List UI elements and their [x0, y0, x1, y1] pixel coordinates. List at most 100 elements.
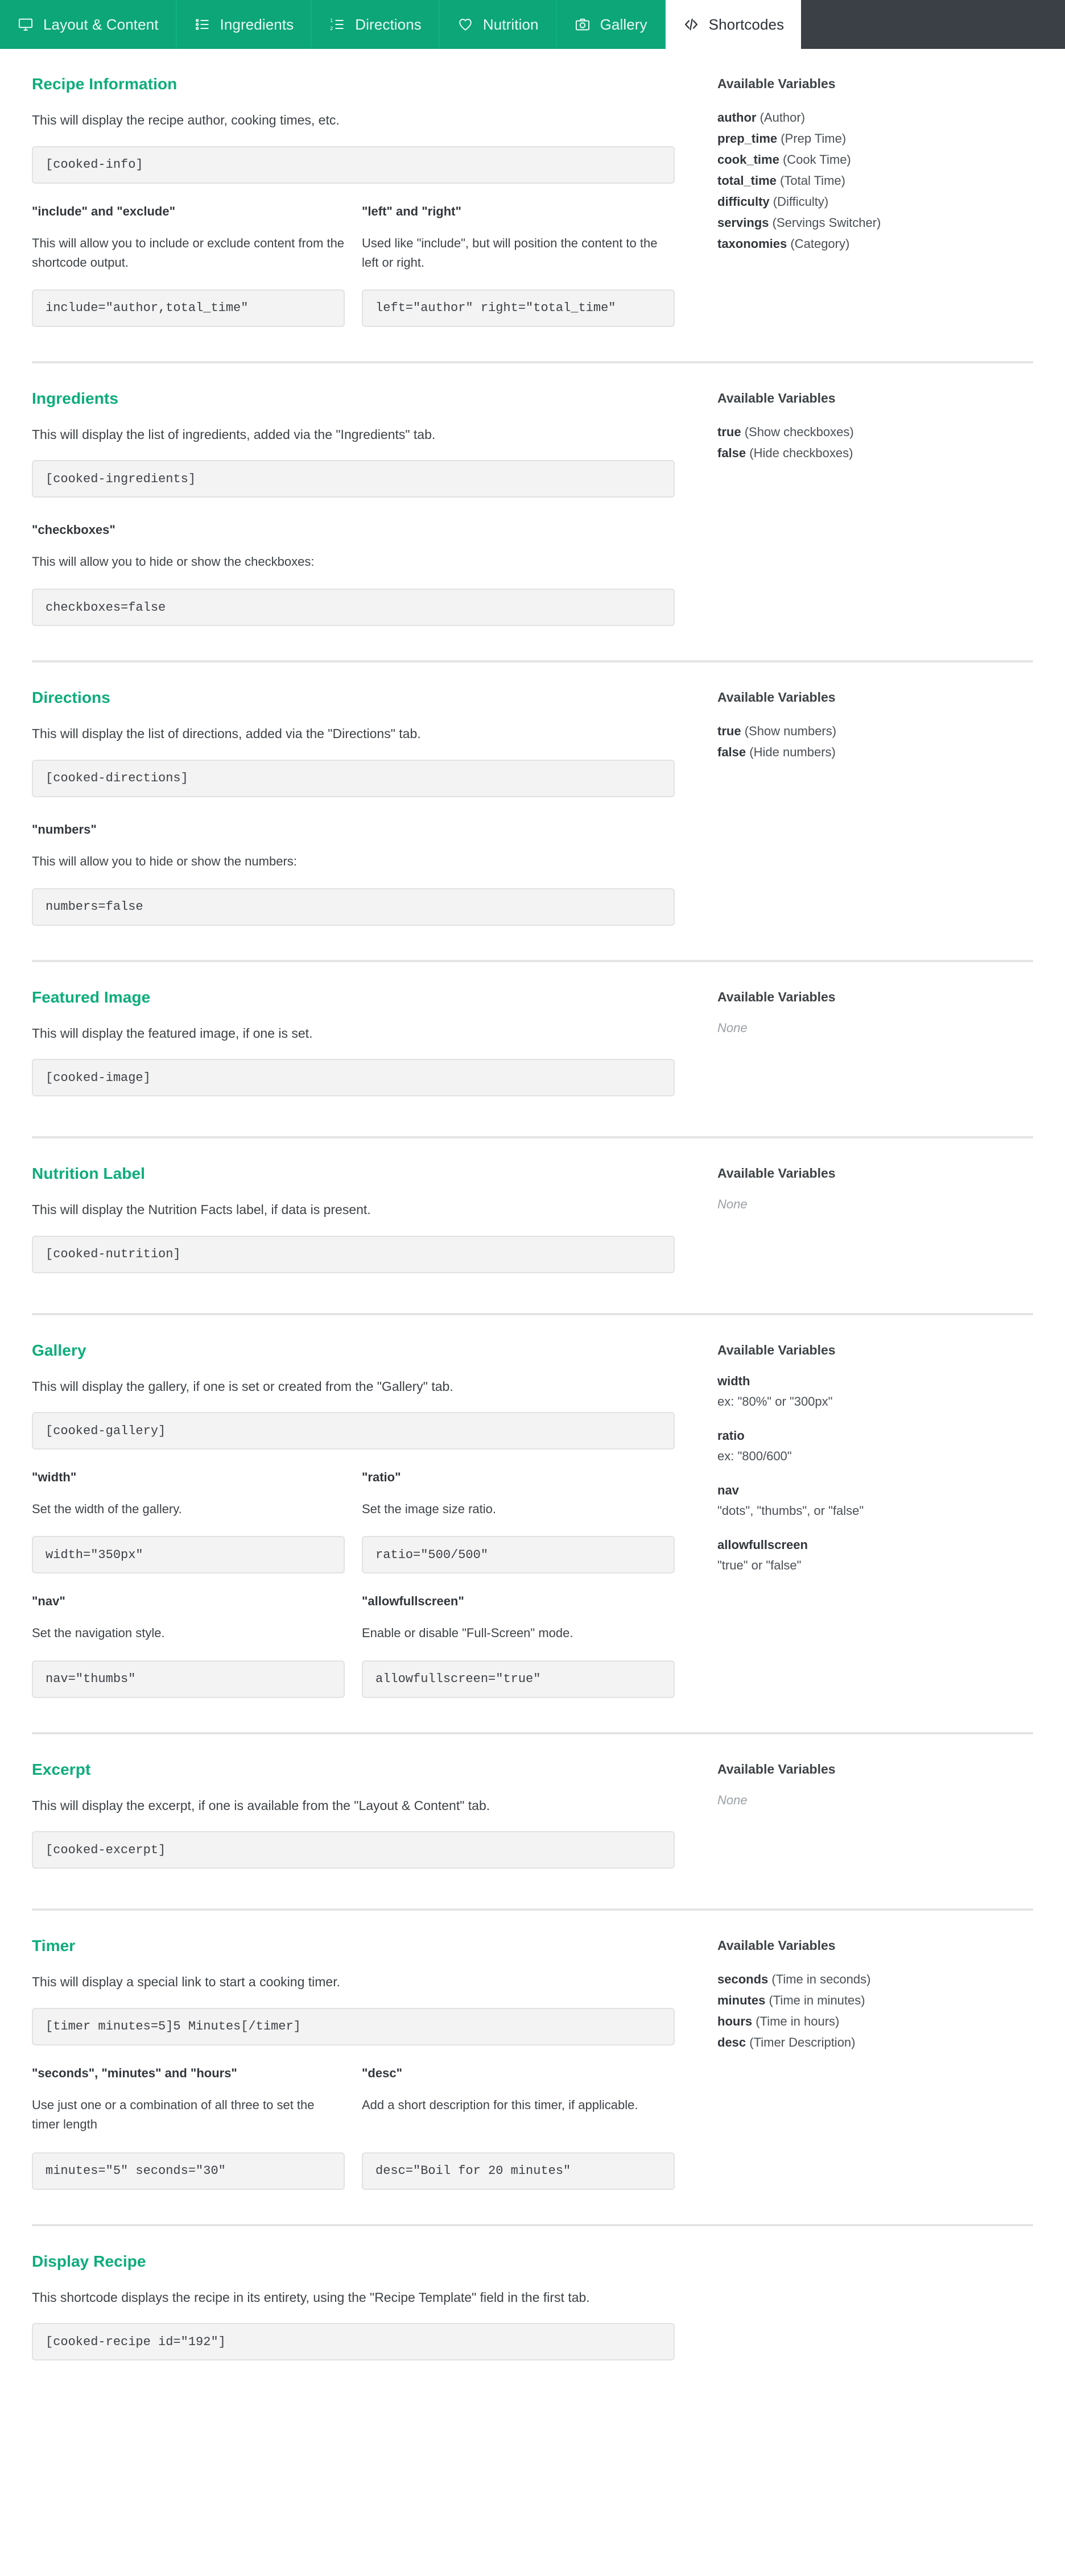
variable-name: prep_time [717, 131, 778, 146]
subfield-row: "width" Set the width of the gallery. "rat… [32, 1470, 675, 1574]
variables-column-featured-image: Available Variables None [675, 988, 1033, 1036]
variables-heading: Available Variables [717, 1761, 836, 1776]
variables-heading: Available Variables [717, 1342, 836, 1357]
variable-item: total_time (Total Time) [717, 171, 1033, 192]
section-description: This will display the recipe author, coo… [32, 113, 340, 127]
shortcode-field-wrap [32, 146, 675, 184]
section-main-display-recipe: Display Recipe This shortcode displays th… [32, 2252, 675, 2367]
subfield-input[interactable] [32, 888, 675, 926]
section-directions: Directions This will display the list of … [0, 662, 1065, 937]
subfield-description: Used like "include", but will position t… [362, 235, 658, 270]
subfield-input[interactable] [362, 1660, 675, 1698]
variable-name: servings [717, 215, 769, 230]
subfield-timer-1: "desc" Add a short description for this t… [362, 2066, 675, 2190]
section-timer: Timer This will display a special link to… [0, 1911, 1065, 2201]
section-description: This will display the Nutrition Facts la… [32, 1202, 371, 1217]
section-title: Display Recipe [32, 2252, 146, 2270]
subfield-label: "numbers" [32, 822, 97, 836]
tab-label: Directions [355, 15, 422, 33]
variable-name: width [717, 1373, 750, 1388]
section-main-directions: Directions This will display the list of … [32, 689, 675, 926]
section-main-recipe-information: Recipe Information This will display the … [32, 75, 675, 327]
tab-shortcodes[interactable]: Shortcodes [665, 0, 802, 49]
tab-nutrition[interactable]: Nutrition [439, 0, 557, 49]
variable-description: (Time in hours) [756, 2014, 840, 2028]
variable-group: allowfullscreen "true" or "false" [717, 1538, 1033, 1573]
shortcode-input-gallery[interactable] [32, 1412, 675, 1450]
numbered-list-icon: 12 [329, 16, 346, 33]
subfield-input[interactable] [362, 1536, 675, 1574]
section-title: Ingredients [32, 389, 119, 407]
section-description: This will display the list of ingredient… [32, 426, 436, 442]
subfield-input[interactable] [362, 2152, 675, 2190]
shortcode-field-wrap [32, 1235, 675, 1273]
variable-name: taxonomies [717, 236, 787, 251]
section-description: This will display a special link to star… [32, 1974, 340, 1990]
variables-column-directions: Available Variables true (Show numbers) fa… [675, 689, 1033, 763]
shortcode-input-timer[interactable] [32, 2007, 675, 2045]
subfield-input[interactable] [32, 2152, 345, 2190]
subfield-label: "desc" [362, 2065, 403, 2080]
variable-group: width ex: "80%" or "300px" [717, 1374, 1033, 1409]
section-title: Directions [32, 689, 110, 707]
variable-description: (Hide checkboxes) [749, 445, 853, 460]
section-title: Nutrition Label [32, 1165, 146, 1183]
subfield-input[interactable] [32, 1660, 345, 1698]
shortcode-input-excerpt[interactable] [32, 1831, 675, 1869]
variable-description: (Servings Switcher) [772, 215, 881, 230]
subfield-input[interactable] [32, 589, 675, 627]
variable-name: hours [717, 2014, 753, 2028]
variable-description: (Time in minutes) [769, 1993, 865, 2008]
subfield-input[interactable] [32, 1536, 345, 1574]
subfield-description: Enable or disable "Full-Screen" mode. [362, 1626, 573, 1641]
section-main-gallery: Gallery This will display the gallery, if… [32, 1341, 675, 1698]
subfield-label: "nav" [32, 1594, 65, 1609]
subfield-row: "seconds", "minutes" and "hours" Use just… [32, 2066, 675, 2190]
tab-ingredients[interactable]: Ingredients [176, 0, 312, 49]
shortcode-input-recipe-information[interactable] [32, 146, 675, 184]
shortcode-field-wrap [32, 759, 675, 797]
camera-icon [574, 16, 591, 33]
shortcode-field-wrap [32, 460, 675, 498]
variable-name: true [717, 724, 741, 739]
variable-description: (Prep Time) [781, 131, 847, 146]
variable-item: true (Show checkboxes) [717, 422, 1033, 443]
tab-layout-content[interactable]: Layout & Content [0, 0, 177, 49]
variables-heading: Available Variables [717, 1166, 836, 1181]
tab-bar: Layout & Content Ingredients 1 2 Directions N… [0, 0, 1065, 49]
tab-gallery[interactable]: Gallery [556, 0, 666, 49]
variable-description: (Time in seconds) [771, 1972, 871, 1987]
subfield-description: This will allow you to hide or show the … [32, 554, 315, 569]
subfield-description: This will allow you to include or exclud… [32, 235, 345, 270]
subfield-directions-0: "numbers" This will allow you to hide or … [32, 822, 675, 926]
shortcode-input-nutrition-label[interactable] [32, 1235, 675, 1273]
subfield-input[interactable] [32, 289, 345, 327]
variables-none-label: None [717, 1020, 748, 1035]
variable-name: allowfullscreen [717, 1537, 808, 1552]
section-featured-image: Featured Image This will display the feat… [0, 962, 1065, 1114]
tab-directions[interactable]: 1 2 Directions [312, 0, 440, 49]
shortcode-input-featured-image[interactable] [32, 1059, 675, 1097]
variables-heading: Available Variables [717, 690, 836, 705]
section-description: This will display the featured image, if… [32, 1025, 313, 1041]
variables-none-label: None [717, 1792, 748, 1807]
section-excerpt: Excerpt This will display the excerpt, if… [0, 1734, 1065, 1886]
subfield-label: "allowfullscreen" [362, 1594, 464, 1609]
section-title: Timer [32, 1937, 76, 1955]
section-description: This will display the excerpt, if one is… [32, 1798, 490, 1813]
shortcode-input-ingredients[interactable] [32, 460, 675, 498]
tab-bar-filler [801, 0, 1065, 49]
variables-heading: Available Variables [717, 390, 836, 405]
shortcode-input-directions[interactable] [32, 759, 675, 797]
variables-heading: Available Variables [717, 1938, 836, 1953]
subfield-description: This will allow you to hide or show the … [32, 854, 297, 868]
shortcode-field-wrap [32, 1059, 675, 1097]
subfield-description: Set the width of the gallery. [32, 1502, 182, 1517]
variable-item: minutes (Time in minutes) [717, 1990, 1033, 2011]
variables-none-label: None [717, 1197, 748, 1212]
subfield-recipe-information-1: "left" and "right" Used like "include", b… [362, 204, 675, 327]
subfield-input[interactable] [362, 289, 675, 327]
shortcodes-panel: Recipe Information This will display the … [0, 49, 1065, 2412]
shortcode-input-display-recipe[interactable] [32, 2323, 675, 2361]
subfield-gallery-0: "width" Set the width of the gallery. [32, 1470, 345, 1574]
